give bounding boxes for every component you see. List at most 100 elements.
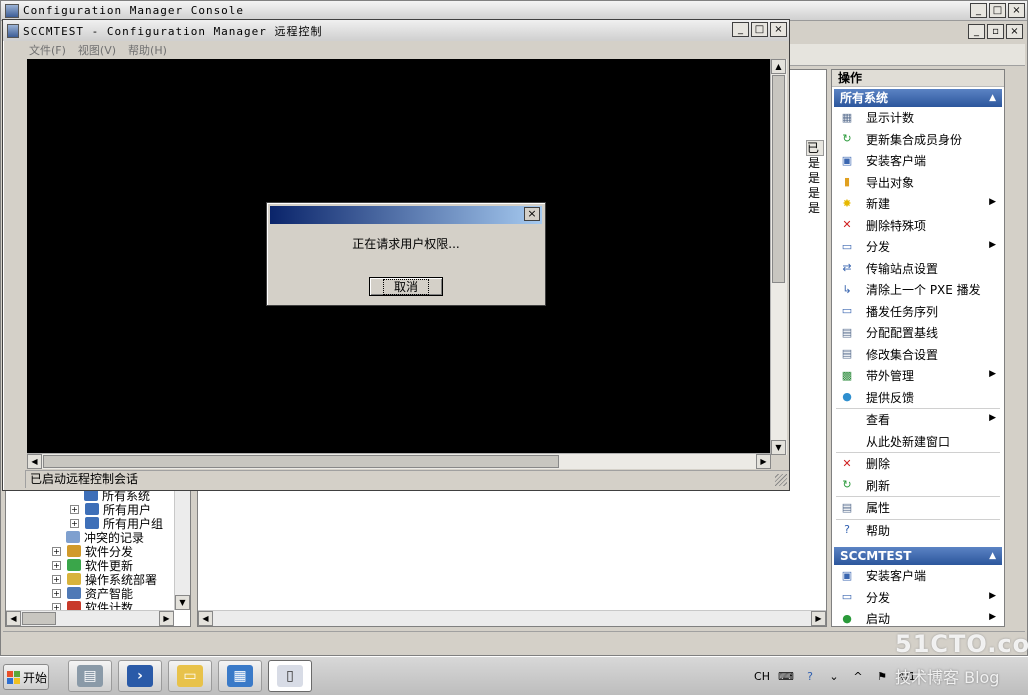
action-item[interactable]: ⇄ 传输站点设置: [832, 258, 1004, 280]
action-item[interactable]: ▣ 安装客户端: [832, 565, 1004, 587]
scroll-down-icon[interactable]: ▼: [771, 440, 786, 455]
action-label: 安装客户端: [866, 569, 927, 584]
scroll-up-icon[interactable]: ▲: [771, 59, 786, 74]
remote-vertical-scrollbar[interactable]: ▲ ▼: [770, 59, 787, 455]
collapse-icon[interactable]: ▲: [989, 547, 996, 565]
clock-date[interactable]: 4/1: [898, 668, 916, 684]
action-item[interactable]: ▣ 安装客户端: [832, 150, 1004, 172]
action-item[interactable]: ▭ 播发任务序列: [832, 301, 1004, 323]
remote-horizontal-scrollbar[interactable]: ◀ ▶: [27, 453, 771, 469]
action-item[interactable]: ▭ 分发 ▶: [832, 236, 1004, 258]
scroll-down-icon[interactable]: ▼: [175, 595, 190, 610]
collapse-icon[interactable]: ▲: [989, 89, 996, 107]
console-maximize-button[interactable]: □: [989, 3, 1006, 18]
scroll-right-icon[interactable]: ▶: [756, 454, 771, 469]
tree-node-icon: [67, 587, 81, 599]
remote-maximize-button[interactable]: □: [751, 22, 768, 37]
expand-icon[interactable]: +: [52, 560, 61, 570]
action-item[interactable]: ● 提供反馈: [832, 387, 1004, 409]
show-hidden-icons-icon[interactable]: ^: [850, 668, 866, 684]
action-label: 分发: [866, 590, 891, 605]
taskbar-config-manager[interactable]: ▦: [218, 660, 262, 692]
action-label: 属性: [866, 501, 891, 516]
taskbar-explorer[interactable]: ▭: [168, 660, 212, 692]
menu-help[interactable]: 帮助(H): [128, 42, 167, 58]
dialog-titlebar[interactable]: ×: [270, 206, 542, 224]
console-titlebar[interactable]: Configuration Manager Console _ □ ×: [1, 1, 1027, 21]
action-item[interactable]: ✕ 删除: [832, 453, 1004, 475]
flag-icon[interactable]: ⚑: [874, 668, 890, 684]
action-label: 分发: [866, 240, 891, 255]
remote-control-titlebar[interactable]: SCCMTEST - Configuration Manager 远程控制 _ …: [3, 20, 789, 41]
action-item[interactable]: 查看 ▶: [832, 409, 1004, 431]
submenu-arrow-icon: ▶: [989, 240, 996, 250]
scroll-right-icon[interactable]: ▶: [159, 611, 174, 626]
actions-section-all-systems[interactable]: 所有系统 ▲: [834, 89, 1002, 107]
list-horizontal-scrollbar[interactable]: ◀ ▶: [198, 610, 826, 626]
expand-icon[interactable]: +: [70, 518, 79, 528]
remote-vscroll-thumb[interactable]: [772, 75, 785, 283]
action-item[interactable]: ↳ 清除上一个 PXE 播发: [832, 279, 1004, 301]
actions-section-sccmtest[interactable]: SCCMTEST ▲: [834, 547, 1002, 565]
scroll-left-icon[interactable]: ◀: [6, 611, 21, 626]
action-item[interactable]: ▤ 属性: [832, 497, 1004, 519]
action-item[interactable]: ↻ 更新集合成员身份: [832, 129, 1004, 151]
resize-grip-icon[interactable]: [775, 474, 787, 486]
action-item[interactable]: ✕ 删除特殊项: [832, 215, 1004, 237]
action-label: 带外管理: [866, 369, 915, 384]
console-minimize-button[interactable]: _: [970, 3, 987, 18]
delete-icon: ✕: [842, 456, 852, 470]
actions-pane: 操作 所有系统 ▲ ▦ 显示计数 ↻ 更新集合成员身份 ▣ 安装客户端 ▮ 导出对象 ✸ 新建 ▶ ✕…: [831, 69, 1005, 627]
dialog-close-button[interactable]: ×: [524, 207, 540, 221]
expand-icon[interactable]: +: [70, 504, 79, 514]
action-item[interactable]: ? 帮助: [832, 520, 1004, 542]
install-client-icon: ▣: [841, 568, 853, 582]
remote-hscroll-thumb[interactable]: [43, 455, 559, 468]
action-item[interactable]: ▦ 显示计数: [832, 107, 1004, 129]
menu-view[interactable]: 视图(V): [78, 42, 116, 58]
system-tray: CH ⌨ ? ⌄ ^ ⚑ 4/1: [746, 661, 1028, 691]
remote-minimize-button[interactable]: _: [732, 22, 749, 37]
list-cell[interactable]: 是: [808, 199, 820, 216]
start-button[interactable]: 开始: [3, 664, 49, 690]
action-item[interactable]: ▩ 带外管理 ▶: [832, 365, 1004, 387]
console-app-icon: [5, 3, 19, 18]
taskbar-server-manager[interactable]: ▤: [68, 660, 112, 692]
scroll-left-icon[interactable]: ◀: [27, 454, 42, 469]
keyboard-icon[interactable]: ⌨: [778, 668, 794, 684]
child-restore-button[interactable]: ▫: [987, 24, 1004, 39]
action-item[interactable]: 从此处新建窗口: [832, 431, 1004, 453]
menu-file[interactable]: 文件(F): [29, 42, 66, 58]
action-item[interactable]: ✸ 新建 ▶: [832, 193, 1004, 215]
expand-icon[interactable]: +: [52, 588, 61, 598]
action-label: 删除特殊项: [866, 218, 927, 233]
remote-close-button[interactable]: ×: [770, 22, 787, 37]
action-item[interactable]: ▤ 修改集合设置: [832, 344, 1004, 366]
scroll-right-icon[interactable]: ▶: [811, 611, 826, 626]
expand-icon[interactable]: +: [52, 546, 61, 556]
cancel-button[interactable]: 取消: [369, 277, 443, 296]
child-close-button[interactable]: ×: [1006, 24, 1023, 39]
expand-icon[interactable]: +: [52, 574, 61, 584]
action-item[interactable]: ▮ 导出对象: [832, 172, 1004, 194]
remote-status-bar: 已启动远程控制会话: [25, 470, 789, 488]
ime-indicator[interactable]: CH: [754, 668, 770, 684]
console-close-button[interactable]: ×: [1008, 3, 1025, 18]
remote-status-text: 已启动远程控制会话: [30, 472, 139, 486]
windows-logo-icon: [7, 670, 20, 684]
action-item[interactable]: ▤ 分配配置基线: [832, 322, 1004, 344]
help-icon: ?: [844, 523, 850, 537]
taskbar-powershell[interactable]: ›: [118, 660, 162, 692]
scroll-left-icon[interactable]: ◀: [198, 611, 213, 626]
child-minimize-button[interactable]: _: [968, 24, 985, 39]
tree-hscroll-thumb[interactable]: [22, 612, 56, 625]
collection-settings-icon: ▤: [841, 347, 853, 361]
tree-horizontal-scrollbar[interactable]: ◀ ▶: [6, 610, 174, 626]
action-item[interactable]: ● 启动 ▶: [832, 608, 1004, 626]
action-item[interactable]: ▭ 分发 ▶: [832, 587, 1004, 609]
action-label: 刷新: [866, 478, 891, 493]
taskbar-remote-control[interactable]: ▯: [268, 660, 312, 692]
action-item[interactable]: ↻ 刷新: [832, 475, 1004, 497]
help-icon[interactable]: ?: [802, 668, 818, 684]
chevron-down-icon[interactable]: ⌄: [826, 668, 842, 684]
